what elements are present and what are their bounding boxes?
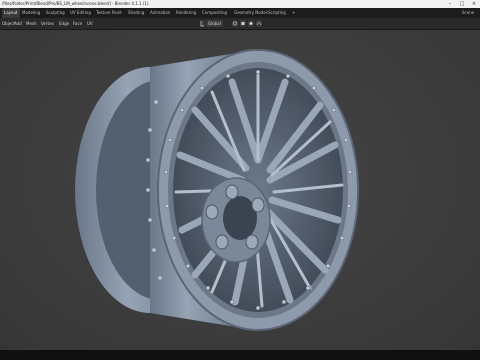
menu-face[interactable]: Face — [72, 18, 83, 29]
snap-icon[interactable] — [240, 20, 246, 27]
tab-layout[interactable]: Layout — [2, 8, 20, 18]
scene-selector[interactable]: Scene — [460, 8, 476, 18]
transform-orientation-icon[interactable] — [200, 20, 205, 27]
menu-mesh[interactable]: Mesh — [25, 18, 38, 29]
wheel-model — [75, 49, 359, 331]
minimize-button[interactable]: – — [444, 0, 456, 8]
tab-texture-paint[interactable]: Texture Paint — [94, 8, 124, 18]
pivot-point-icon[interactable] — [232, 20, 238, 27]
tab-shading[interactable]: Shading — [126, 8, 146, 18]
menu-add[interactable]: Add — [13, 18, 23, 29]
proportional-falloff-icon[interactable] — [256, 20, 262, 27]
add-workspace-button[interactable]: + — [290, 8, 297, 18]
status-bar — [0, 350, 480, 360]
transform-orientation-dropdown[interactable]: Global — [206, 20, 223, 27]
menu-uv[interactable]: UV — [86, 18, 94, 29]
tab-geometry-nodes[interactable]: Geometry Nodes — [232, 8, 270, 18]
tab-modeling[interactable]: Modeling — [20, 8, 42, 18]
tab-animation[interactable]: Animation — [148, 8, 172, 18]
menu-edge[interactable]: Edge — [58, 18, 70, 29]
tab-sculpting[interactable]: Sculpting — [44, 8, 67, 18]
proportional-edit-icon[interactable] — [248, 20, 254, 27]
workspace-tab-bar: Layout Modeling Sculpting UV Editing Tex… — [0, 8, 480, 18]
tab-uv-editing[interactable]: UV Editing — [68, 8, 93, 18]
window-title: /files/folder/Print/Blend/Pro/BS_LM_whee… — [2, 1, 149, 6]
tab-scripting[interactable]: Scripting — [266, 8, 288, 18]
tab-compositing[interactable]: Compositing — [200, 8, 229, 18]
3d-viewport[interactable] — [0, 30, 480, 350]
maximize-button[interactable]: □ — [456, 0, 468, 8]
window-title-bar: /files/folder/Print/Blend/Pro/BS_LM_whee… — [0, 0, 480, 8]
viewport-header: Object Add Mesh Vertex Edge Face UV Glob… — [0, 18, 480, 30]
close-button[interactable]: × — [468, 0, 480, 8]
tab-rendering[interactable]: Rendering — [174, 8, 198, 18]
menu-vertex[interactable]: Vertex — [40, 18, 55, 29]
